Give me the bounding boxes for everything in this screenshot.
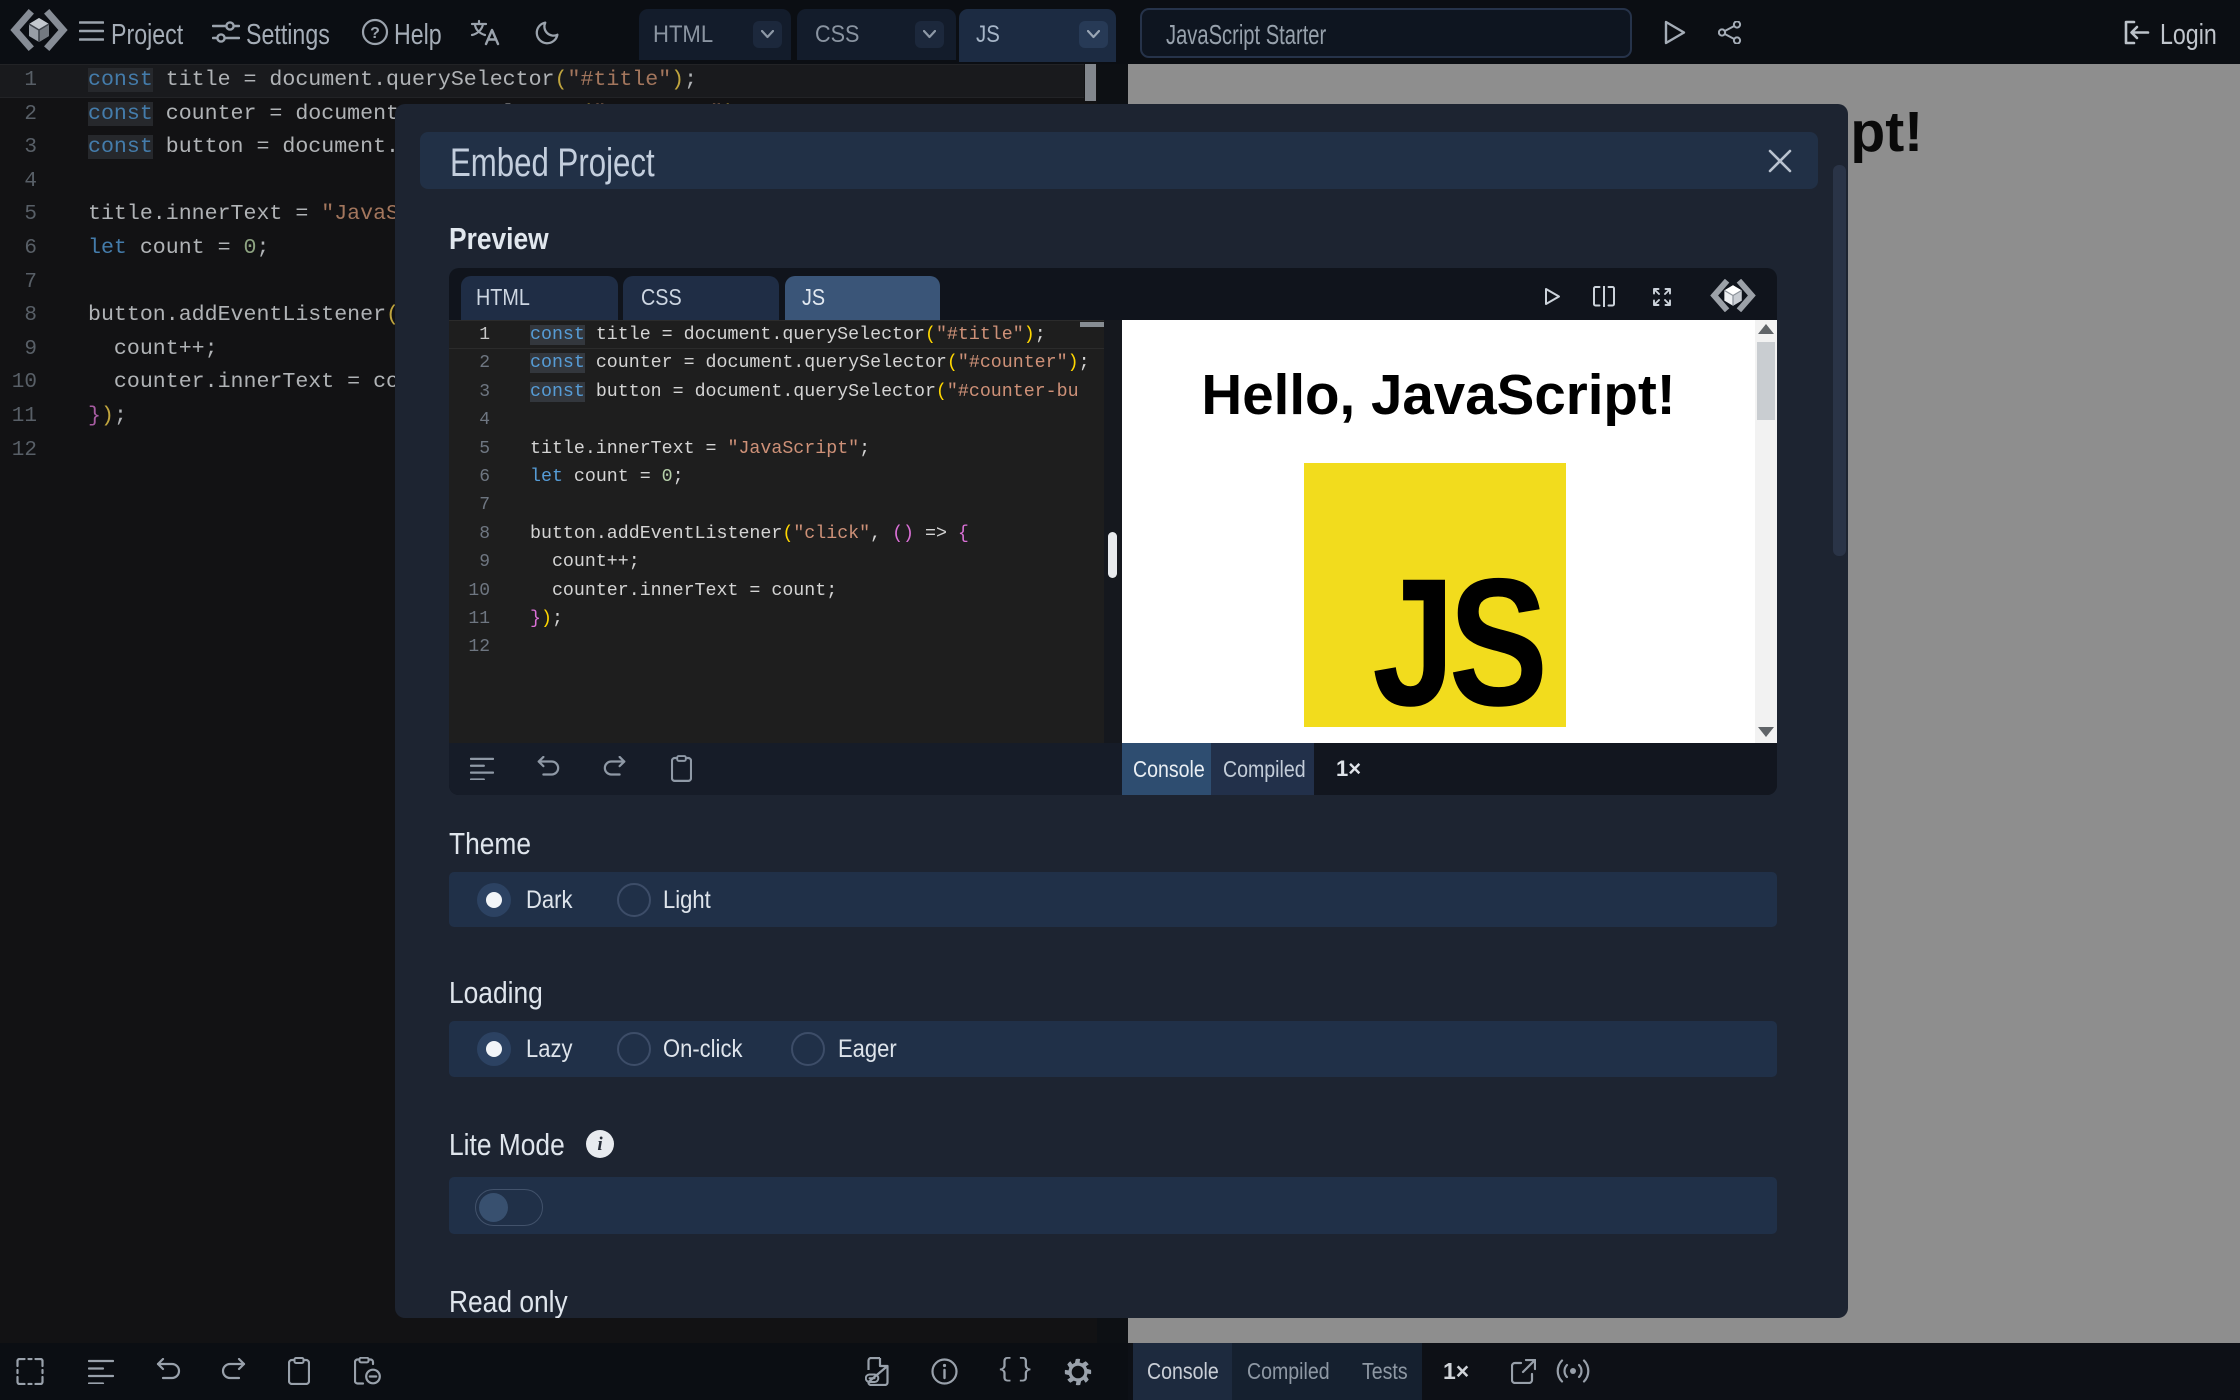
svg-text:?: ? bbox=[370, 25, 380, 42]
